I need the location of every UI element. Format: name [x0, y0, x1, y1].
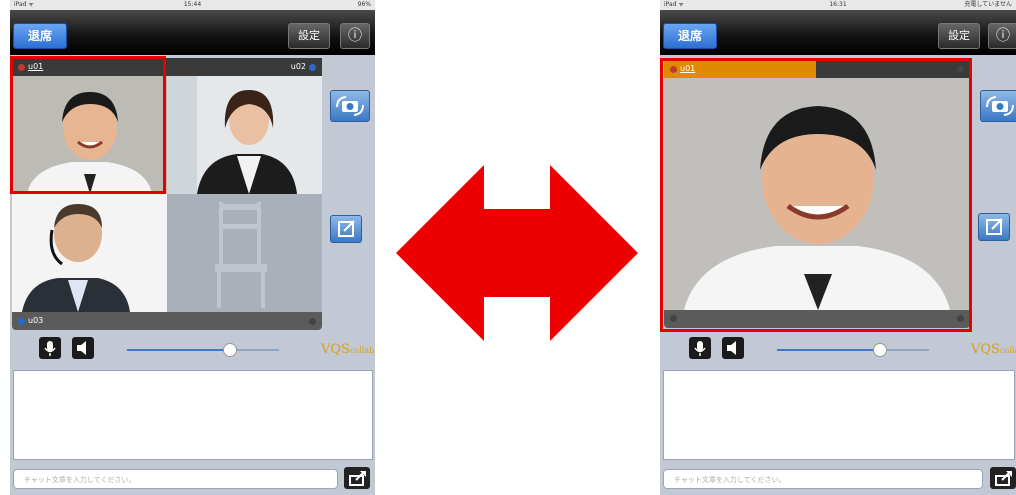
nav-bar: 退席 設定 ⓘ	[660, 10, 1016, 55]
info-button[interactable]: ⓘ	[988, 23, 1016, 49]
status-dot-icon	[309, 64, 316, 71]
brand-main: VQS	[321, 342, 350, 357]
person-video-icon	[12, 194, 167, 312]
chat-input[interactable]: チャット文章を入力してください。	[663, 469, 983, 489]
camera-switch-button[interactable]	[330, 90, 370, 122]
speaker-button[interactable]	[722, 337, 744, 359]
send-button[interactable]	[990, 467, 1016, 489]
user-label-u02: u02	[290, 62, 306, 71]
speaker-button[interactable]	[72, 337, 94, 359]
volume-slider-fill	[777, 349, 881, 351]
empty-seat-tile	[167, 194, 322, 312]
clock-label: 16:31	[829, 1, 847, 8]
volume-slider[interactable]	[777, 343, 929, 357]
edit-icon	[338, 220, 355, 237]
chat-log[interactable]	[13, 370, 373, 460]
send-button[interactable]	[344, 467, 370, 489]
selected-tile-highlight	[10, 56, 166, 194]
edit-icon	[986, 218, 1003, 235]
microphone-icon	[44, 341, 56, 356]
status-bar: iPad ᯤ 16:31 充電していません	[660, 0, 1016, 10]
settings-button[interactable]: 設定	[938, 23, 980, 49]
battery-label: 充電していません	[964, 1, 1012, 8]
microphone-button[interactable]	[689, 337, 711, 359]
speaker-icon	[727, 341, 736, 355]
brand-logo: VQScollabo	[321, 342, 375, 357]
info-button[interactable]: ⓘ	[340, 23, 370, 49]
volume-slider[interactable]	[127, 343, 279, 357]
brand-main: VQS	[971, 342, 1000, 357]
camera-rotate-icon	[986, 96, 1014, 116]
brand-logo: VQScollab	[971, 342, 1016, 357]
right-ipad-screen: iPad ᯤ 16:31 充電していません 退席 設定 ⓘ u01 VQScol…	[660, 0, 1016, 495]
microphone-icon	[694, 341, 706, 356]
double-arrow-icon	[396, 165, 638, 341]
volume-slider-fill	[127, 349, 231, 351]
nav-bar: 退席 設定 ⓘ	[10, 10, 375, 55]
memo-button[interactable]	[978, 213, 1010, 241]
video-tile-u02[interactable]: u02	[167, 58, 322, 194]
clock-label: 15:44	[183, 1, 202, 8]
send-icon	[995, 471, 1012, 486]
microphone-button[interactable]	[39, 337, 61, 359]
person-video-icon	[167, 76, 322, 194]
chair-icon	[215, 202, 267, 308]
send-icon	[349, 471, 366, 486]
settings-button[interactable]: 設定	[288, 23, 330, 49]
volume-slider-knob[interactable]	[223, 343, 238, 357]
chat-log[interactable]	[663, 370, 1015, 460]
speaker-icon	[77, 341, 86, 355]
status-dot-icon	[18, 318, 25, 325]
memo-button[interactable]	[330, 215, 362, 243]
camera-rotate-icon	[336, 96, 364, 116]
camera-switch-button[interactable]	[980, 90, 1016, 122]
leave-button[interactable]: 退席	[663, 23, 717, 49]
user-label-u03: u03	[28, 316, 44, 325]
brand-sub: collabo	[349, 346, 375, 355]
left-ipad-screen: iPad ᯤ 15:44 96% 退席 設定 ⓘ u01 u02 u03 VQS…	[10, 0, 375, 495]
brand-sub: collab	[999, 346, 1016, 355]
status-bar: iPad ᯤ 15:44 96%	[10, 0, 375, 10]
leave-button[interactable]: 退席	[13, 23, 67, 49]
volume-slider-knob[interactable]	[873, 343, 888, 357]
tile-footer: u03	[12, 312, 322, 330]
battery-label: 96%	[357, 1, 371, 8]
status-dot-icon	[309, 318, 316, 325]
selected-tile-highlight	[660, 58, 972, 332]
chat-input[interactable]: チャット文章を入力してください。	[13, 469, 338, 489]
video-tile-u03[interactable]	[12, 194, 167, 312]
